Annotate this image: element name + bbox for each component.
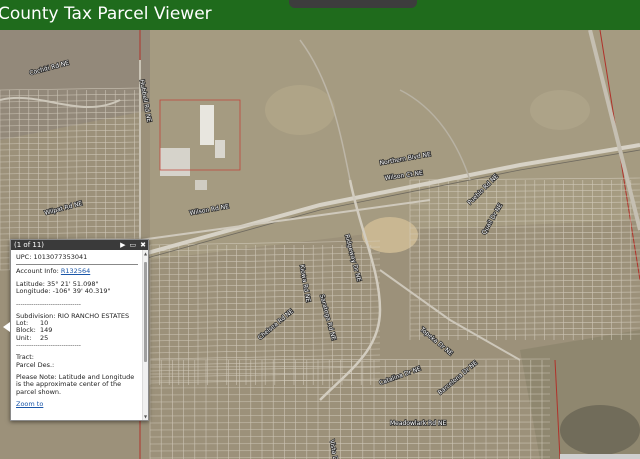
block-row: Block: 149 bbox=[16, 327, 138, 335]
building bbox=[195, 180, 207, 190]
scroll-down-icon[interactable]: ▼ bbox=[143, 414, 148, 419]
toolbar-tab[interactable] bbox=[289, 0, 417, 8]
popup-scrollbar[interactable]: ▲ ▼ bbox=[142, 250, 148, 420]
unit-value: 25 bbox=[40, 333, 49, 342]
account-link[interactable]: R132564 bbox=[61, 267, 90, 275]
building bbox=[200, 105, 214, 145]
subdivision-value: RIO RANCHO ESTATES bbox=[57, 311, 130, 320]
longitude-label: Longitude: bbox=[16, 287, 51, 296]
upc-label: UPC: bbox=[16, 253, 32, 261]
parcel-des-row: Parcel Des.: bbox=[16, 360, 55, 369]
app-title: County Tax Parcel Viewer bbox=[0, 4, 212, 24]
longitude-row: Longitude: -106° 39' 40.319" bbox=[16, 288, 138, 295]
vegetation-patch bbox=[530, 90, 590, 130]
feature-counter: (1 of 11) bbox=[14, 241, 45, 249]
account-label: Account Info: bbox=[16, 267, 59, 276]
coordinate-note: Please Note: Latitude and Longitude is t… bbox=[16, 373, 135, 396]
vegetation-patch bbox=[560, 405, 640, 455]
zoom-to-link[interactable]: Zoom to bbox=[16, 400, 138, 408]
bottom-bar bbox=[560, 454, 640, 459]
unit-label: Unit: bbox=[16, 333, 32, 342]
popup-pointer bbox=[3, 322, 10, 332]
sand-patch bbox=[265, 85, 335, 135]
dashed-divider: ------------------------------ bbox=[16, 300, 81, 308]
account-row: Account Info: R132564 bbox=[16, 268, 138, 275]
building bbox=[215, 140, 225, 158]
divider bbox=[16, 264, 138, 266]
subdivision-row: Subdivision: RIO RANCHO ESTATES bbox=[16, 311, 138, 320]
scroll-up-icon[interactable]: ▲ bbox=[143, 251, 148, 256]
building bbox=[160, 148, 190, 176]
sand-patch bbox=[362, 217, 418, 253]
street-label: Meadowlark Rd NE bbox=[390, 420, 446, 427]
maximize-button[interactable]: ▭ bbox=[130, 240, 137, 250]
upc-row: UPC: 1013077353041 bbox=[16, 253, 138, 261]
popup-titlebar: (1 of 11) ▶ ▭ ✖ bbox=[11, 240, 148, 250]
popup-content: UPC: 1013077353041 Account Info: R132564… bbox=[11, 250, 142, 420]
popup-controls: ▶ ▭ ✖ bbox=[120, 240, 146, 250]
close-icon[interactable]: ✖ bbox=[140, 240, 146, 250]
upc-value: 1013077353041 bbox=[33, 253, 88, 261]
dashed-divider: ------------------------------ bbox=[16, 342, 81, 350]
parcel-info-popup: (1 of 11) ▶ ▭ ✖ UPC: 1013077353041 Accou… bbox=[10, 239, 149, 421]
unit-row: Unit: 25 bbox=[16, 333, 138, 342]
longitude-value: -106° 39' 40.319" bbox=[52, 287, 111, 296]
next-feature-button[interactable]: ▶ bbox=[120, 240, 125, 250]
scroll-thumb[interactable] bbox=[144, 262, 147, 362]
